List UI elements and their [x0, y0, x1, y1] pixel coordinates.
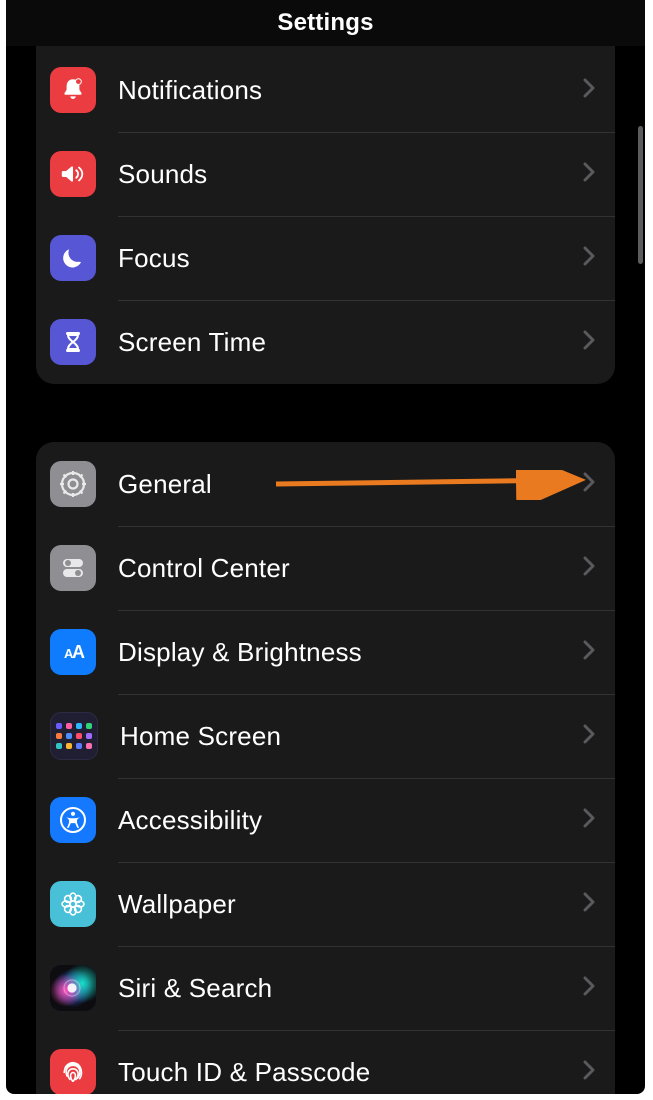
- settings-group-general: General: [36, 442, 615, 1094]
- chevron-right-icon: [583, 246, 601, 271]
- chevron-right-icon: [583, 556, 601, 581]
- row-display-brightness[interactable]: A A Display & Brightness: [36, 610, 615, 694]
- home-grid-icon: [50, 712, 98, 760]
- row-label: Sounds: [118, 159, 583, 190]
- fingerprint-icon: [50, 1049, 96, 1094]
- row-touch-id-passcode[interactable]: Touch ID & Passcode: [36, 1030, 615, 1094]
- chevron-right-icon: [583, 78, 601, 103]
- row-label: Display & Brightness: [118, 637, 583, 668]
- svg-text:A: A: [72, 642, 85, 662]
- toggles-icon: [50, 545, 96, 591]
- row-sounds[interactable]: Sounds: [36, 132, 615, 216]
- accessibility-icon: [50, 797, 96, 843]
- chevron-right-icon: [583, 808, 601, 833]
- row-accessibility[interactable]: Accessibility: [36, 778, 615, 862]
- settings-list: Notifications Sounds: [6, 46, 645, 1094]
- row-label: Touch ID & Passcode: [118, 1057, 583, 1088]
- row-label: Focus: [118, 243, 583, 274]
- row-home-screen[interactable]: Home Screen: [36, 694, 615, 778]
- row-control-center[interactable]: Control Center: [36, 526, 615, 610]
- siri-icon: [50, 965, 96, 1011]
- gear-icon: [50, 461, 96, 507]
- row-general[interactable]: General: [36, 442, 615, 526]
- settings-group-notifications: Notifications Sounds: [36, 46, 615, 384]
- chevron-right-icon: [583, 724, 601, 749]
- row-label: Screen Time: [118, 327, 583, 358]
- settings-screen: Settings Notifications: [6, 0, 645, 1094]
- text-size-icon: A A: [50, 629, 96, 675]
- row-screen-time[interactable]: Screen Time: [36, 300, 615, 384]
- chevron-right-icon: [583, 472, 601, 497]
- hourglass-icon: [50, 319, 96, 365]
- speaker-icon: [50, 151, 96, 197]
- chevron-right-icon: [583, 640, 601, 665]
- row-label: Accessibility: [118, 805, 583, 836]
- row-label: Control Center: [118, 553, 583, 584]
- row-siri-search[interactable]: Siri & Search: [36, 946, 615, 1030]
- chevron-right-icon: [583, 976, 601, 1001]
- row-label: General: [118, 469, 583, 500]
- row-focus[interactable]: Focus: [36, 216, 615, 300]
- chevron-right-icon: [583, 330, 601, 355]
- row-label: Siri & Search: [118, 973, 583, 1004]
- flower-icon: [50, 881, 96, 927]
- row-wallpaper[interactable]: Wallpaper: [36, 862, 615, 946]
- row-notifications[interactable]: Notifications: [36, 48, 615, 132]
- row-label: Home Screen: [120, 721, 583, 752]
- bell-icon: [50, 67, 96, 113]
- page-title: Settings: [277, 9, 373, 37]
- chevron-right-icon: [583, 162, 601, 187]
- chevron-right-icon: [583, 1060, 601, 1085]
- moon-icon: [50, 235, 96, 281]
- chevron-right-icon: [583, 892, 601, 917]
- row-label: Notifications: [118, 75, 583, 106]
- row-label: Wallpaper: [118, 889, 583, 920]
- nav-header: Settings: [6, 0, 645, 47]
